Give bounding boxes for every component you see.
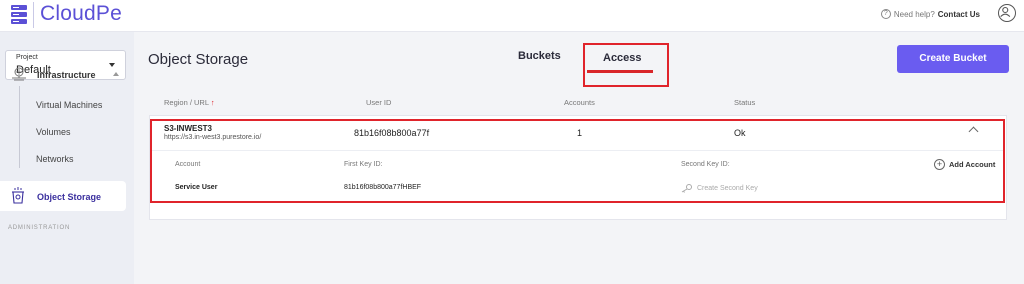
infrastructure-icon — [12, 67, 26, 81]
page-title: Object Storage — [148, 51, 249, 68]
sidebar-item-virtual-machines[interactable]: Virtual Machines — [36, 100, 102, 110]
caret-down-icon — [109, 63, 115, 67]
top-bar: CloudPe ? Need help? Contact Us — [0, 0, 1024, 32]
sidebar-item-infrastructure[interactable]: Infrastructure — [37, 70, 96, 80]
contact-us-link[interactable]: Contact Us — [938, 10, 980, 19]
highlight-box-access-row — [150, 119, 1005, 203]
column-header-status: Status — [734, 98, 756, 107]
sidebar-item-object-storage-label: Object Storage — [37, 192, 102, 202]
question-icon: ? — [880, 9, 891, 19]
column-header-user-id: User ID — [366, 98, 392, 107]
sidebar-item-object-storage[interactable]: Object Storage — [0, 181, 126, 211]
sidebar-section-administration: ADMINISTRATION — [8, 225, 71, 231]
sidebar-item-networks[interactable]: Networks — [36, 154, 74, 164]
tab-buckets[interactable]: Buckets — [518, 50, 561, 62]
logo-divider — [33, 2, 34, 28]
tree-line — [19, 86, 20, 168]
server-stack-icon — [11, 5, 27, 24]
brand-logo-text[interactable]: CloudPe — [40, 2, 122, 26]
sidebar-item-volumes[interactable]: Volumes — [36, 127, 71, 137]
highlight-box-access-tab — [583, 43, 669, 87]
column-header-accounts: Accounts — [564, 98, 595, 107]
chevron-up-icon[interactable] — [113, 72, 119, 76]
help-area: ? Need help? Contact Us — [880, 9, 980, 19]
help-prefix: Need help? — [893, 9, 935, 19]
object-storage-icon — [12, 187, 24, 204]
column-header-region[interactable]: Region / URL ↑ — [164, 98, 215, 107]
column-header-region-label: Region / URL — [164, 98, 209, 107]
create-bucket-button[interactable]: Create Bucket — [897, 45, 1009, 73]
user-avatar-icon[interactable] — [998, 4, 1016, 22]
sort-arrow-up-icon[interactable]: ↑ — [211, 98, 215, 107]
project-label: Project — [16, 54, 38, 61]
